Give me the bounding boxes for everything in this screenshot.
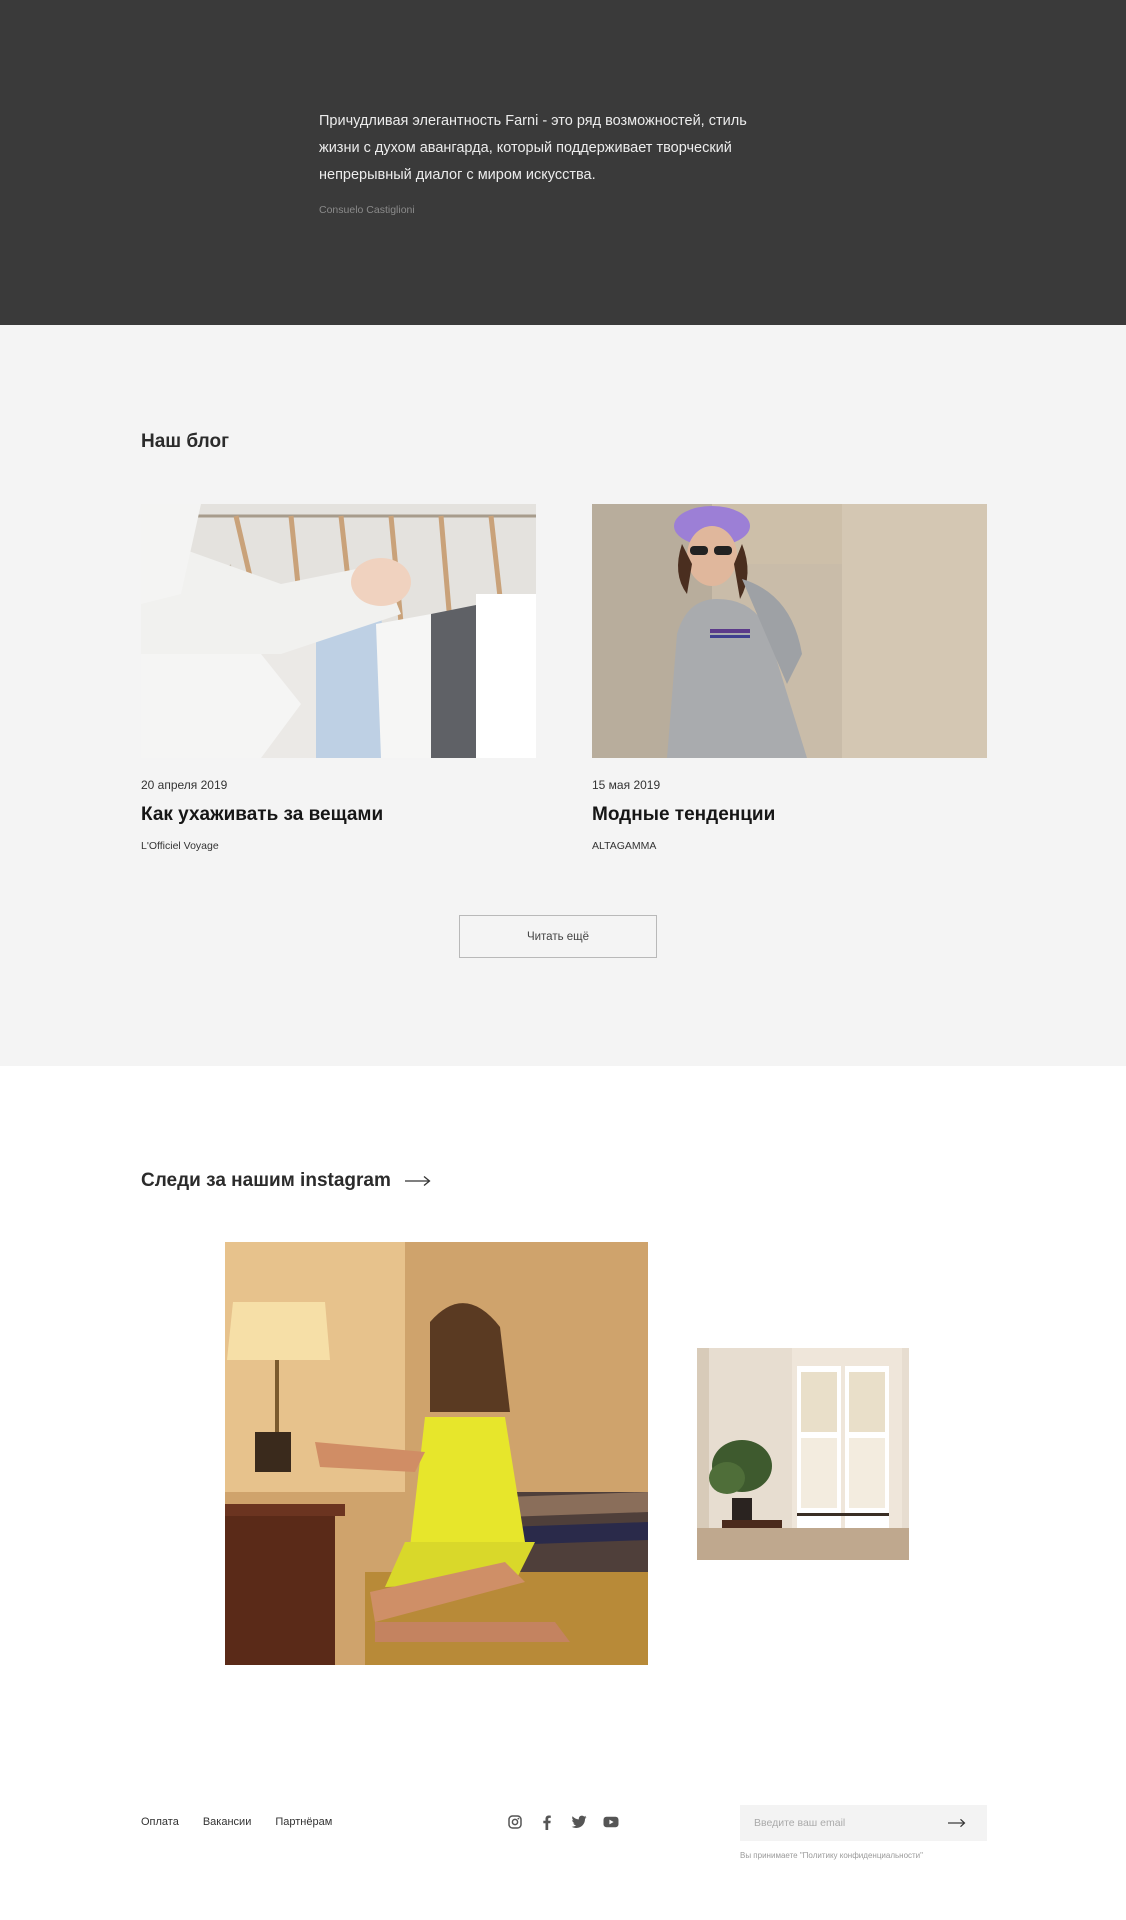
blog-post-title[interactable]: Модные тенденции [592,804,987,826]
blog-source: L'Officiel Voyage [141,840,219,852]
footer-link-vacancies[interactable]: Вакансии [203,1816,252,1828]
youtube-icon[interactable] [602,1813,620,1831]
blog-date: 15 мая 2019 [592,778,661,792]
blog-post-title[interactable]: Как ухаживать за вещами [141,804,536,826]
subscribe-submit-button[interactable] [940,1805,974,1841]
instagram-photo[interactable] [697,1348,909,1560]
read-more-button[interactable]: Читать ещё [459,915,657,958]
blog-source: ALTAGAMMA [592,840,657,852]
blog-date: 20 апреля 2019 [141,778,228,792]
blog-image-woman-beret[interactable] [592,504,987,758]
footer-link-payment[interactable]: Оплата [141,1816,179,1828]
privacy-note[interactable]: Вы принимаете "Политику конфиденциальнос… [740,1851,923,1860]
blog-section-title: Наш блог [141,431,230,452]
twitter-icon[interactable] [570,1813,588,1831]
instagram-section-title[interactable]: Следи за нашим instagram [141,1170,431,1192]
blog-card[interactable]: 15 мая 2019 Модные тенденции ALTAGAMMA [592,504,987,852]
instagram-photo[interactable] [225,1242,648,1665]
footer-link-partners[interactable]: Партнёрам [275,1816,332,1828]
social-icons [506,1813,620,1831]
blog-section: Наш блог 20 апреля 2019 Как ухаживать за… [0,325,1126,1066]
arrow-right-icon [948,1818,966,1828]
facebook-icon[interactable] [538,1813,556,1831]
quote-author: Consuelo Castiglioni [319,204,415,216]
instagram-icon[interactable] [506,1813,524,1831]
email-input[interactable] [740,1805,940,1841]
email-subscribe-form [740,1805,987,1841]
instagram-title-text: Следи за нашим instagram [141,1170,391,1191]
blog-card[interactable]: 20 апреля 2019 Как ухаживать за вещами L… [141,504,536,852]
quote-section: Причудливая элегантность Farni - это ряд… [0,0,1126,325]
footer-links: Оплата Вакансии Партнёрам [141,1816,332,1828]
blog-image-clothes-rack[interactable] [141,504,536,758]
quote-text: Причудливая элегантность Farni - это ряд… [319,113,747,183]
arrow-right-icon [404,1175,431,1187]
